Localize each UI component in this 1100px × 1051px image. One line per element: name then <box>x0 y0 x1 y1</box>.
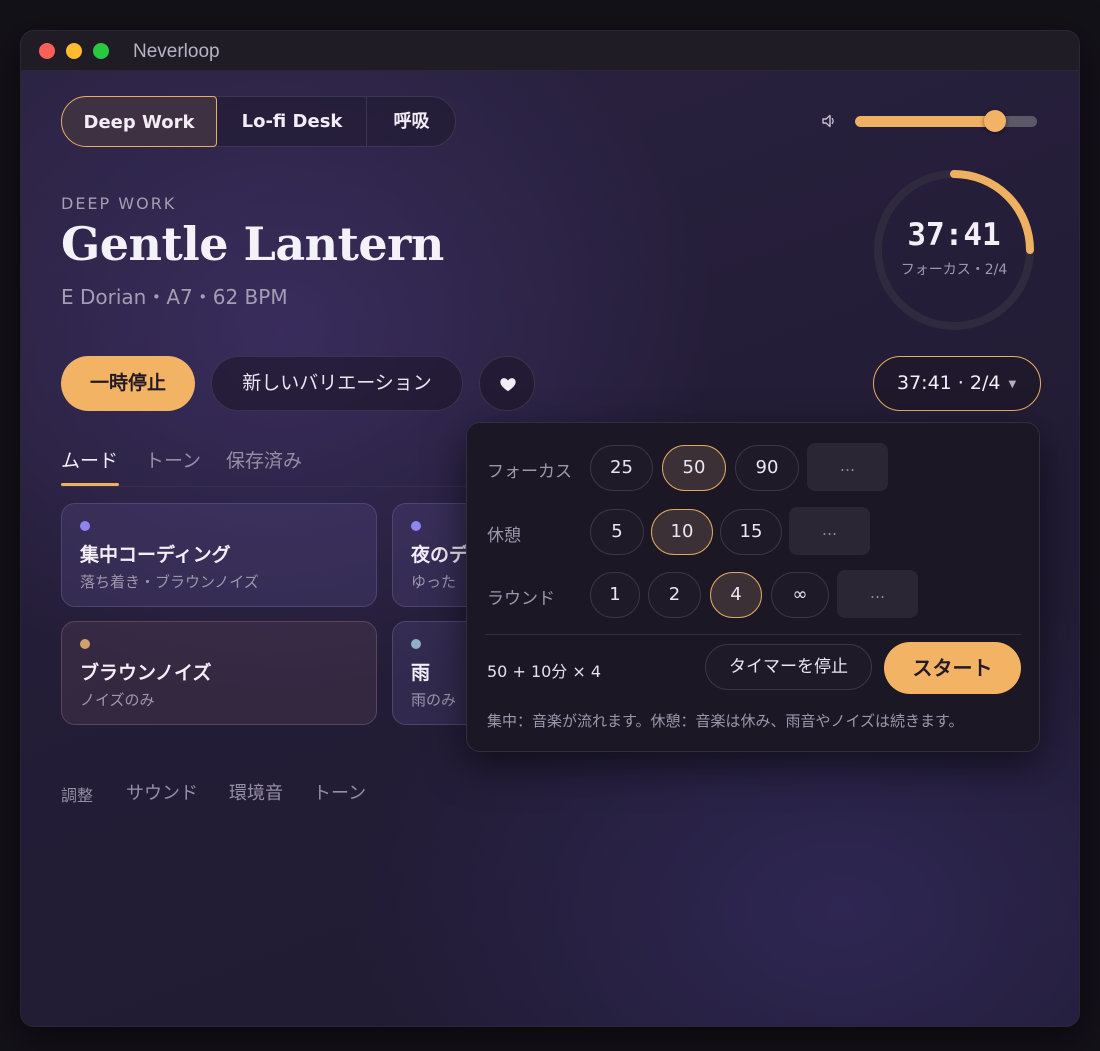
track-title: Gentle Lantern <box>61 217 444 271</box>
footer-tab-ambience[interactable]: 環境音 <box>229 779 283 805</box>
close-window-button[interactable] <box>39 43 55 59</box>
focus-option-50[interactable]: 50 <box>662 445 726 491</box>
mood-card[interactable]: ブラウンノイズ ノイズのみ <box>61 621 377 725</box>
track-details: E Dorian・A7・62 BPM <box>61 285 288 309</box>
mood-card-subtitle: 雨のみ <box>411 691 457 709</box>
mood-color-dot <box>411 639 421 649</box>
window-title: Neverloop <box>133 41 220 62</box>
rounds-option-1[interactable]: 1 <box>590 572 640 618</box>
preset-breathing[interactable]: 呼吸 <box>367 96 456 147</box>
mood-card[interactable]: 集中コーディング 落ち着き・ブラウンノイズ <box>61 503 377 607</box>
preset-selector: Deep Work Lo-fi Desk 呼吸 <box>61 96 456 147</box>
tab-saved[interactable]: 保存済み <box>226 446 302 473</box>
rounds-option-2[interactable]: 2 <box>648 572 701 618</box>
mood-color-dot <box>411 521 421 531</box>
mood-card-title: 夜のデ <box>411 544 469 566</box>
mood-color-dot <box>80 639 90 649</box>
preset-deep-work[interactable]: Deep Work <box>61 96 217 147</box>
footer-tab-sound[interactable]: サウンド <box>126 779 198 805</box>
footer-tab-tone[interactable]: トーン <box>313 779 366 805</box>
chevron-down-icon: ▼ <box>1008 379 1017 390</box>
footer-tab-adjust[interactable]: 調整 <box>61 782 93 806</box>
break-custom-button[interactable]: ... <box>789 507 870 555</box>
speaker-icon <box>822 114 834 128</box>
tab-mood[interactable]: ムード <box>61 446 118 473</box>
start-button[interactable]: スタート <box>884 642 1021 694</box>
pause-button[interactable]: 一時停止 <box>61 356 195 411</box>
mood-card-title: ブラウンノイズ <box>80 662 212 684</box>
mood-color-dot <box>80 521 90 531</box>
break-option-10[interactable]: 10 <box>651 509 713 555</box>
title-bar: Neverloop <box>21 31 1079 71</box>
mood-card-title: 集中コーディング <box>80 544 231 566</box>
rounds-option-infinite[interactable]: ∞ <box>771 572 829 618</box>
active-tab-indicator <box>61 483 119 486</box>
focus-custom-button[interactable]: ... <box>807 443 888 491</box>
timer-dropdown-button[interactable]: 37:41 · 2/4 ▼ <box>873 356 1041 411</box>
focus-duration-label: フォーカス <box>487 462 572 482</box>
new-variation-button[interactable]: 新しいバリエーション <box>211 356 463 411</box>
rounds-custom-button[interactable]: ... <box>837 570 918 618</box>
volume-slider-thumb[interactable] <box>984 110 1007 132</box>
tab-divider <box>61 486 481 487</box>
volume-slider-fill <box>855 116 996 127</box>
mood-card-subtitle: ノイズのみ <box>80 691 155 709</box>
timer-ring-phase: フォーカス・2/4 <box>900 262 1008 278</box>
rounds-option-4[interactable]: 4 <box>710 572 762 618</box>
break-option-15[interactable]: 15 <box>720 509 782 555</box>
zoom-window-button[interactable] <box>93 43 109 59</box>
mood-card-title: 雨 <box>411 662 431 684</box>
timer-dropdown-label: 37:41 · 2/4 <box>897 372 1001 394</box>
app-window: Neverloop Deep Work Lo-fi Desk 呼吸 DEEP W… <box>20 30 1080 1027</box>
preset-lofi-desk[interactable]: Lo-fi Desk <box>217 96 367 147</box>
focus-option-90[interactable]: 90 <box>735 445 799 491</box>
break-duration-label: 休憩 <box>487 526 521 546</box>
volume-slider[interactable] <box>855 116 1037 127</box>
popover-divider <box>485 634 1021 635</box>
break-option-5[interactable]: 5 <box>590 509 644 555</box>
track-category: DEEP WORK <box>61 194 177 213</box>
favorite-button[interactable] <box>479 356 535 411</box>
mood-card-subtitle: 落ち着き・ブラウンノイズ <box>80 573 259 591</box>
timer-note: 集中：音楽が流れます。休憩：音楽は休み、雨音やノイズは続きます。 <box>487 712 964 730</box>
mood-card-subtitle: ゆった <box>411 573 457 591</box>
stop-timer-button[interactable]: タイマーを停止 <box>705 644 872 690</box>
heart-icon <box>500 378 516 392</box>
minimize-window-button[interactable] <box>66 43 82 59</box>
timer-summary: 50 + 10分 × 4 <box>487 662 602 681</box>
rounds-label: ラウンド <box>487 589 555 609</box>
timer-settings-popover: フォーカス 25 50 90 ... 休憩 5 10 15 ... ラウンド 1… <box>466 422 1040 752</box>
focus-option-25[interactable]: 25 <box>590 445 653 491</box>
timer-ring-time: 37:41 <box>907 217 1001 253</box>
tab-tone[interactable]: トーン <box>145 446 201 473</box>
